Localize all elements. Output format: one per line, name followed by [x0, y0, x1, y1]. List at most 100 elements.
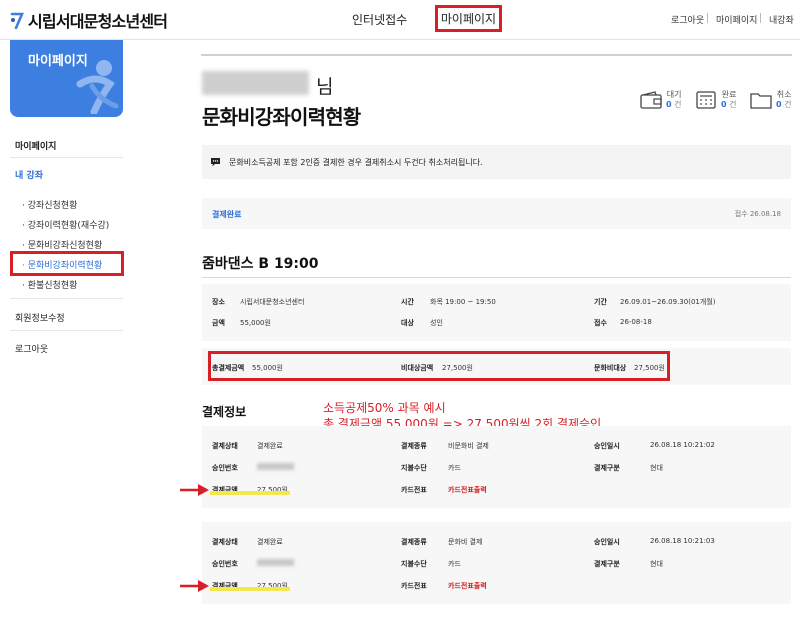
pay-type-label: 결제종류: [401, 442, 427, 450]
course-divider: [202, 277, 791, 278]
red-arrow-icon: [180, 484, 209, 496]
period-label: 기간: [594, 298, 607, 306]
logo-text: 시립서대문청소년센터: [28, 12, 168, 31]
pay-status-value: 결제완료: [257, 442, 283, 450]
sidebar-item-logout[interactable]: 로그아웃: [15, 342, 48, 355]
approval-number-label: 승인번호: [212, 464, 238, 472]
person-graphic-icon: [76, 60, 119, 114]
sidebar-item-my-lecture[interactable]: 내 강좌: [15, 168, 43, 181]
my-lecture-link[interactable]: 내강좌: [769, 13, 794, 26]
summary-highlight-box: [208, 351, 670, 381]
calculator-icon: [696, 91, 716, 109]
speech-bubble-icon: [211, 158, 220, 167]
pay-status-label: 결제상태: [212, 442, 238, 450]
reception-date: 접수 26.08.18: [734, 210, 781, 218]
payment-record: 결제상태 결제완료 결제종류 비문화비 결제 승인일시 26.08.18 10:…: [202, 426, 791, 508]
course-info-box: 장소 시립서대문청소년센터 시간 화목 19:00 ~ 19:50 기간 26.…: [202, 284, 791, 341]
stat-complete-count: 0: [721, 100, 727, 109]
page-title: 문화비강좌이력현황: [202, 105, 361, 129]
sidebar-divider: [10, 298, 123, 299]
pay-date-label: 승인일시: [594, 538, 620, 546]
notice-box: 문화비소득공제 포함 2인증 결제한 경우 결제취소시 두건다 취소처리됩니다.: [202, 145, 791, 179]
annotation-line-1: 소득공제50% 과목 예시: [323, 401, 446, 415]
util-divider: [707, 13, 708, 23]
red-arrow-icon: [180, 580, 209, 592]
sidebar-sub-culture-apply[interactable]: · 문화비강좌신청현황: [22, 238, 102, 251]
stat-waiting-label: 대기: [666, 90, 682, 99]
pay-date-value: 26.08.18 10:21:03: [650, 537, 715, 545]
logout-link[interactable]: 로그아웃: [671, 13, 704, 26]
sidebar-divider: [10, 157, 123, 158]
user-name-suffix: 님: [316, 76, 334, 98]
pay-method-label: 지불수단: [401, 560, 427, 568]
payment-status-bar: 결제완료 접수 26.08.18: [202, 198, 791, 229]
sidebar-banner: 마이페이지: [10, 40, 123, 117]
sidebar-item-member-edit[interactable]: 회원정보수정: [15, 311, 65, 324]
folder-icon: [750, 93, 772, 109]
pay-method-label: 지불수단: [401, 464, 427, 472]
user-name-redacted: [202, 71, 309, 95]
payment-info-title: 결제정보: [202, 405, 247, 419]
target-value: 성인: [430, 319, 443, 327]
sidebar-sub-culture-history[interactable]: · 문화비강좌이력현황: [22, 258, 102, 271]
amount-highlight: [210, 491, 290, 495]
amount-value: 55,000원: [240, 319, 271, 327]
reception-label: 접수: [594, 319, 607, 327]
util-divider: [760, 13, 761, 23]
pay-type-value: 비문화비 결제: [448, 442, 489, 450]
site-logo[interactable]: 시립서대문청소년센터: [10, 8, 168, 32]
logo-mark-icon: [10, 12, 24, 29]
amount-label: 금액: [212, 319, 225, 327]
stat-cancel[interactable]: 취소 0 건: [750, 90, 792, 110]
time-value: 화목 19:00 ~ 19:50: [430, 298, 496, 306]
pay-date-label: 승인일시: [594, 442, 620, 450]
stat-complete-unit: 건: [729, 100, 737, 109]
print-receipt-link[interactable]: 카드전표출력: [448, 485, 487, 495]
pay-status-value: 결제완료: [257, 538, 283, 546]
sidebar-sub-lecture-apply[interactable]: · 강좌신청현황: [22, 198, 77, 211]
pay-type-value: 문화비 결제: [448, 538, 483, 546]
sidebar-divider: [10, 330, 123, 331]
target-label: 대상: [401, 319, 414, 327]
stat-waiting-count: 0: [666, 100, 672, 109]
receipt-label: 카드전표: [401, 582, 427, 590]
wallet-icon: [640, 91, 662, 109]
pay-division-value: 현대: [650, 464, 663, 472]
place-label: 장소: [212, 298, 225, 306]
notice-text: 문화비소득공제 포함 2인증 결제한 경우 결제취소시 두건다 취소처리됩니다.: [229, 157, 483, 167]
receipt-label: 카드전표: [401, 486, 427, 494]
pay-method-value: 카드: [448, 464, 461, 472]
payment-status-label: 결제완료: [212, 210, 242, 219]
amount-highlight: [210, 587, 290, 591]
pay-method-value: 카드: [448, 560, 461, 568]
nav-mypage-label: 마이페이지: [440, 12, 497, 26]
stat-complete[interactable]: 완료 0 건: [695, 90, 737, 110]
pay-division-value: 현대: [650, 560, 663, 568]
approval-number-label: 승인번호: [212, 560, 238, 568]
sidebar-sub-lecture-history[interactable]: · 강좌이력현황(재수강): [22, 218, 109, 231]
sidebar-sub-refund[interactable]: · 환불신청현황: [22, 278, 77, 291]
course-title: 줌바댄스 B 19:00: [202, 256, 319, 272]
print-receipt-link[interactable]: 카드전표출력: [448, 581, 487, 591]
nav-internet-reception[interactable]: 인터넷접수: [352, 11, 407, 28]
stat-cancel-unit: 건: [784, 100, 792, 109]
pay-date-value: 26.08.18 10:21:02: [650, 441, 715, 449]
place-value: 시립서대문청소년센터: [240, 298, 305, 306]
nav-mypage[interactable]: 마이페이지: [435, 5, 502, 32]
reception-value: 26-08-18: [620, 318, 652, 326]
content-top-rule: [201, 54, 792, 56]
pay-type-label: 결제종류: [401, 538, 427, 546]
mypage-link[interactable]: 마이페이지: [716, 13, 757, 26]
time-label: 시간: [401, 298, 414, 306]
stat-cancel-count: 0: [776, 100, 782, 109]
stat-cancel-label: 취소: [776, 90, 792, 99]
pay-division-label: 결제구분: [594, 560, 620, 568]
sidebar-item-mypage[interactable]: 마이페이지: [15, 139, 56, 152]
payment-record: 결제상태 결제완료 결제종류 문화비 결제 승인일시 26.08.18 10:2…: [202, 522, 791, 604]
approval-number-redacted: [257, 559, 294, 566]
stat-waiting-unit: 건: [674, 100, 682, 109]
stat-complete-label: 완료: [721, 90, 737, 99]
site-header: 시립서대문청소년센터 인터넷접수 마이페이지 로그아웃 마이페이지 내강좌: [0, 0, 800, 40]
pay-status-label: 결제상태: [212, 538, 238, 546]
stat-waiting[interactable]: 대기 0 건: [640, 90, 682, 110]
